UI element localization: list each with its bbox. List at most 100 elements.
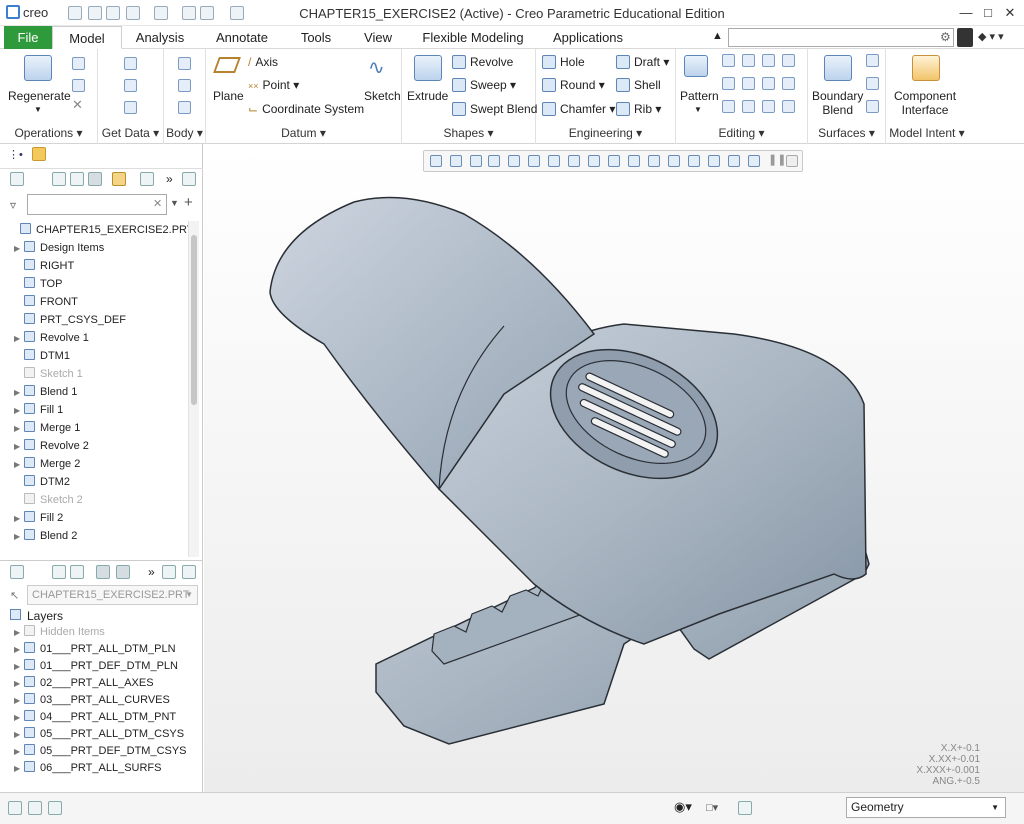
layer-tree-toggle-icon[interactable] (10, 565, 24, 579)
layer-hide-icon[interactable] (116, 565, 130, 579)
extrude-button[interactable]: Extrude (407, 89, 448, 103)
help-icon[interactable]: ◆ ▾ ▾ (978, 30, 1004, 43)
operations-group-label[interactable]: Operations ▾ (0, 126, 97, 140)
layer-more-tools-icon[interactable]: » (148, 565, 155, 579)
graphics-window[interactable] (204, 144, 1024, 792)
round-button[interactable]: Round ▾ (542, 78, 605, 92)
search-icon[interactable] (957, 28, 973, 47)
tree-search-input[interactable] (27, 194, 167, 215)
model-tree-item[interactable]: ▶ Revolve 1 (14, 329, 89, 347)
selection-filter-icon[interactable] (738, 801, 752, 815)
body-split-icon[interactable] (178, 101, 191, 114)
annotation-display-icon[interactable] (688, 155, 700, 167)
expand-arrow-icon[interactable]: ▶ (14, 402, 24, 420)
tree-show-icon[interactable] (140, 172, 154, 186)
model-tree-item[interactable]: ▶ Blend 1 (14, 383, 77, 401)
model-tree-item[interactable]: ▶ Merge 1 (14, 419, 80, 437)
plane-button[interactable]: Plane (213, 89, 244, 103)
swept-blend-button[interactable]: Swept Blend (452, 102, 537, 116)
layer-item[interactable]: ▶ 03___PRT_ALL_CURVES (14, 691, 170, 709)
datum-display-icon[interactable] (668, 155, 680, 167)
sweep-button[interactable]: Sweep ▾ (452, 78, 516, 92)
rib-button[interactable]: Rib ▾ (616, 102, 661, 116)
pattern-button[interactable]: Pattern (680, 89, 719, 103)
layer-expand-icon[interactable] (52, 565, 66, 579)
folder-browser-tab-icon[interactable] (32, 147, 46, 161)
model-3d-view[interactable] (204, 144, 1024, 792)
datum-group-label[interactable]: Datum ▾ (206, 126, 401, 140)
tree-expand-icon[interactable] (52, 172, 66, 186)
model-tree-tab-icon[interactable]: ⋮• (8, 148, 23, 161)
tab-applications[interactable]: Applications (544, 26, 632, 49)
play-icon[interactable] (786, 155, 798, 167)
saved-orientations-icon[interactable] (568, 155, 580, 167)
sketch-button[interactable]: Sketch (364, 89, 401, 103)
split-surface-icon[interactable] (782, 100, 795, 113)
model-tree-item[interactable]: RIGHT (14, 257, 74, 275)
model-tree-item[interactable]: DTM1 (14, 347, 70, 365)
search-options-chevron-icon[interactable]: ▼ (170, 198, 179, 208)
revolve-button[interactable]: Revolve (452, 55, 513, 69)
tab-annotate[interactable]: Annotate (204, 26, 280, 49)
body-icon[interactable] (178, 57, 191, 70)
tree-columns-icon[interactable] (70, 172, 84, 186)
coordinate-system-button[interactable]: ⌙ Coordinate System (248, 102, 364, 116)
model-tree-item[interactable]: Sketch 2 (14, 491, 83, 509)
model-intent-group-label[interactable]: Model Intent ▾ (886, 126, 968, 140)
layer-properties-icon[interactable] (162, 565, 176, 579)
offset-icon[interactable] (722, 77, 735, 90)
shapes-group-label[interactable]: Shapes ▾ (402, 126, 535, 140)
layer-collapse-icon[interactable] (70, 565, 84, 579)
thicken-icon[interactable] (722, 100, 735, 113)
view-manager-icon[interactable] (430, 155, 442, 167)
browser-icon[interactable] (28, 801, 42, 815)
fullscreen-icon[interactable] (48, 801, 62, 815)
model-tree-item[interactable]: DTM2 (14, 473, 70, 491)
layer-item[interactable]: ▶ 01___PRT_ALL_DTM_PLN (14, 640, 176, 658)
minimize-button[interactable]: — (954, 3, 978, 23)
expand-arrow-icon[interactable]: ▶ (14, 330, 24, 348)
expand-arrow-icon[interactable]: ▶ (14, 510, 24, 528)
tab-view[interactable]: View (352, 26, 404, 49)
layer-item[interactable]: ▶ 02___PRT_ALL_AXES (14, 674, 154, 692)
fill-icon[interactable] (866, 54, 879, 67)
layer-show-icon[interactable] (96, 565, 110, 579)
point-button[interactable]: ×× Point ▾ (248, 78, 299, 92)
model-tree-scrollbar[interactable] (188, 221, 199, 557)
layer-item[interactable]: ▶ 04___PRT_ALL_DTM_PNT (14, 708, 176, 726)
remove-icon[interactable] (762, 100, 775, 113)
tab-tools[interactable]: Tools (290, 26, 342, 49)
style-icon[interactable] (866, 77, 879, 90)
csys-display-icon[interactable] (728, 155, 740, 167)
tab-model[interactable]: Model (52, 26, 122, 49)
layer-notes-icon[interactable] (182, 565, 196, 579)
expand-arrow-icon[interactable]: ▶ (14, 456, 24, 474)
delete-icon[interactable]: ✕ (72, 97, 83, 113)
layer-item[interactable]: ▶ 01___PRT_DEF_DTM_PLN (14, 657, 178, 675)
plane-display-icon[interactable] (748, 155, 760, 167)
find-icon[interactable]: ◉▾ (674, 799, 692, 815)
user-defined-feature-icon[interactable] (124, 57, 137, 70)
paste-icon[interactable] (72, 79, 85, 92)
model-tree-item[interactable]: ▶ Fill 2 (14, 509, 63, 527)
mirror-icon[interactable] (722, 54, 735, 67)
selection-box-icon[interactable]: □▾ (706, 801, 718, 814)
close-button[interactable]: ✕ (998, 3, 1022, 23)
get-data-group-label[interactable]: Get Data ▾ (98, 126, 163, 140)
expand-arrow-icon[interactable]: ▶ (14, 384, 24, 402)
tree-settings-icon[interactable] (112, 172, 126, 186)
chamfer-button[interactable]: Chamfer ▾ (542, 102, 615, 116)
trim-icon[interactable] (762, 54, 775, 67)
expand-arrow-icon[interactable]: ▶ (14, 528, 24, 546)
extend-icon[interactable] (742, 54, 755, 67)
model-tree-item[interactable]: ▶ Fill 1 (14, 401, 63, 419)
add-filter-icon[interactable]: + (184, 194, 193, 211)
section-icon[interactable] (628, 155, 640, 167)
model-tree-item[interactable]: CHAPTER15_EXERCISE2.PRT (10, 221, 188, 239)
copy-icon[interactable] (72, 57, 85, 70)
tree-notes-icon[interactable] (182, 172, 196, 186)
model-tree-toggle-icon[interactable] (10, 172, 24, 186)
freestyle-icon[interactable] (866, 100, 879, 113)
selection-filter-select[interactable]: Geometry ▼ (846, 797, 1006, 818)
model-tree-item[interactable]: ▶ Revolve 2 (14, 437, 89, 455)
